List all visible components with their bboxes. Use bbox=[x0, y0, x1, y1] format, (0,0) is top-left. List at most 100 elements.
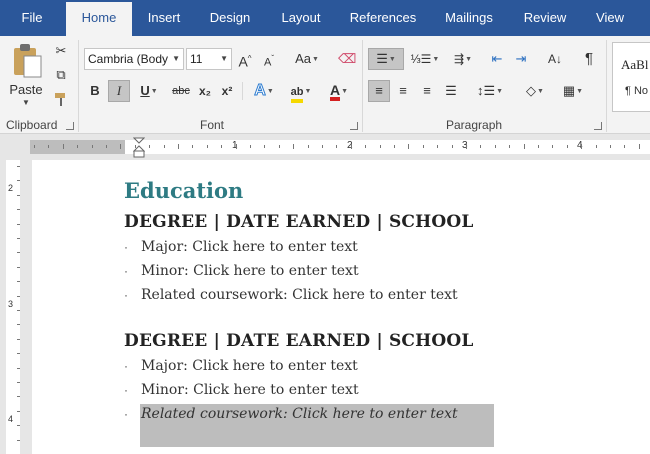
ruler-tick bbox=[365, 145, 367, 148]
font-name-value: Cambria (Body bbox=[88, 52, 169, 66]
ruler-tick bbox=[192, 145, 194, 148]
bullet-text: Minor: Click here to enter text bbox=[141, 263, 359, 279]
italic-button[interactable]: I bbox=[108, 80, 130, 102]
grow-font-glyph: A bbox=[238, 53, 248, 70]
tab-review[interactable]: Review bbox=[514, 0, 576, 36]
strikethrough-button[interactable]: abc bbox=[168, 80, 194, 102]
ruler-tick bbox=[322, 145, 323, 148]
ruler-tick bbox=[206, 145, 208, 148]
vruler-tick bbox=[17, 166, 20, 167]
tab-home[interactable]: Home bbox=[66, 2, 132, 36]
highlight-button[interactable]: ab▼ bbox=[284, 80, 318, 103]
format-painter-icon[interactable] bbox=[52, 88, 70, 110]
vruler-number: 3 bbox=[8, 299, 14, 309]
bullet-text-selected: Related coursework: Click here to enter … bbox=[141, 406, 458, 422]
vruler-tick bbox=[17, 425, 20, 427]
ruler-tick bbox=[523, 144, 525, 149]
vruler-number: 2 bbox=[8, 183, 14, 193]
ruler-tick bbox=[278, 145, 280, 148]
vruler-tick bbox=[17, 209, 20, 211]
ruler-tick bbox=[566, 145, 568, 148]
tab-insert[interactable]: Insert bbox=[134, 0, 194, 36]
underline-button[interactable]: U▼ bbox=[134, 80, 164, 102]
paragraph-group-label: Paragraph bbox=[446, 118, 503, 132]
font-dialog-launcher[interactable] bbox=[350, 122, 358, 130]
vruler-tick bbox=[17, 310, 20, 311]
ribbon-tab-bar: File Home Insert Design Layout Reference… bbox=[0, 0, 650, 36]
cut-icon[interactable]: ✂ bbox=[52, 40, 70, 62]
vruler-tick bbox=[17, 223, 20, 225]
paste-dropdown-arrow[interactable]: ▼ bbox=[22, 98, 30, 107]
paragraph-dialog-launcher[interactable] bbox=[594, 122, 602, 130]
ruler-tick bbox=[610, 145, 611, 148]
vruler-tick bbox=[17, 281, 20, 283]
document-page[interactable]: Education DEGREE | DATE EARNED | SCHOOL … bbox=[32, 160, 650, 454]
underline-glyph: U bbox=[140, 83, 150, 98]
change-case-button[interactable]: Aa▼ bbox=[290, 48, 324, 70]
ruler-tick bbox=[307, 145, 309, 148]
indent-marker[interactable] bbox=[133, 137, 145, 159]
bullet-icon: · bbox=[124, 407, 128, 421]
paste-label: Paste bbox=[9, 82, 43, 97]
ruler-tick bbox=[494, 145, 496, 148]
vruler-tick bbox=[17, 324, 20, 326]
vruler-tick bbox=[17, 410, 20, 412]
style-normal[interactable]: AaBl ¶ No bbox=[612, 42, 650, 112]
sort-icon[interactable]: A↓ bbox=[546, 48, 564, 70]
line-spacing-icon[interactable]: ↕☰▼ bbox=[474, 80, 506, 102]
vruler-tick bbox=[17, 295, 20, 297]
justify-icon[interactable]: ☰ bbox=[442, 80, 460, 102]
tab-layout[interactable]: Layout bbox=[268, 0, 334, 36]
align-right-icon[interactable]: ≡ bbox=[418, 80, 436, 102]
copy-icon[interactable]: ⧉ bbox=[52, 64, 70, 86]
tab-file[interactable]: File bbox=[0, 0, 64, 36]
vruler-tick bbox=[17, 194, 20, 196]
align-left-icon[interactable]: ≡ bbox=[368, 80, 390, 102]
decrease-indent-icon[interactable]: ⇤ bbox=[488, 48, 506, 70]
ruler-tick bbox=[350, 144, 352, 149]
clipboard-dialog-launcher[interactable] bbox=[66, 122, 74, 130]
bullet-text: Related coursework: Click here to enter … bbox=[141, 287, 458, 303]
tab-references[interactable]: References bbox=[340, 0, 426, 36]
ruler-tick bbox=[437, 145, 439, 148]
ruler-tick bbox=[552, 145, 554, 148]
text-effects-button[interactable]: A▼ bbox=[250, 80, 278, 102]
shading-icon[interactable]: ◇▼ bbox=[518, 80, 552, 102]
font-name-select[interactable]: Cambria (Body ▼ bbox=[84, 48, 184, 70]
font-color-glyph: A bbox=[329, 83, 341, 101]
ruler-tick bbox=[163, 145, 165, 148]
multilevel-list-icon[interactable]: ⇶▼ bbox=[446, 48, 480, 70]
bold-button[interactable]: B bbox=[86, 80, 104, 102]
chevron-down-icon: ▼ bbox=[172, 54, 180, 63]
shrink-font-button[interactable]: Aˇ bbox=[260, 48, 278, 70]
ruler-tick bbox=[408, 144, 410, 149]
borders-icon[interactable]: ▦▼ bbox=[556, 80, 590, 102]
degree-heading: DEGREE | DATE EARNED | SCHOOL bbox=[124, 331, 474, 351]
font-size-select[interactable]: 11 ▼ bbox=[186, 48, 232, 70]
tab-view[interactable]: View bbox=[584, 0, 636, 36]
font-color-button[interactable]: A▼ bbox=[322, 80, 356, 102]
vruler-tick bbox=[17, 252, 20, 254]
vruler-tick bbox=[17, 382, 20, 383]
increase-indent-icon[interactable]: ⇥ bbox=[512, 48, 530, 70]
tab-design[interactable]: Design bbox=[198, 0, 262, 36]
ruler-tick bbox=[106, 145, 107, 148]
ruler-tick bbox=[235, 144, 237, 149]
ruler-tick bbox=[379, 145, 381, 148]
pilcrow-icon[interactable]: ¶ bbox=[580, 48, 598, 70]
numbering-icon[interactable]: ⅓☰▼ bbox=[408, 48, 442, 70]
paste-button[interactable]: Paste ▼ bbox=[6, 40, 46, 114]
vruler-tick bbox=[17, 353, 20, 355]
ruler-tick bbox=[221, 145, 223, 148]
ruler-tick bbox=[77, 145, 79, 148]
clear-formatting-icon[interactable]: ⌫ bbox=[338, 48, 356, 70]
bullet-icon: · bbox=[124, 264, 128, 278]
superscript-button[interactable]: x² bbox=[218, 80, 236, 102]
subscript-button[interactable]: x₂ bbox=[196, 80, 214, 102]
align-center-icon[interactable]: ≡ bbox=[394, 80, 412, 102]
ruler-tick bbox=[62, 144, 64, 149]
grow-font-button[interactable]: A^ bbox=[236, 48, 254, 70]
tab-mailings[interactable]: Mailings bbox=[434, 0, 504, 36]
bullets-icon[interactable]: ☰▼ bbox=[368, 48, 404, 70]
vruler-tick bbox=[17, 266, 20, 268]
